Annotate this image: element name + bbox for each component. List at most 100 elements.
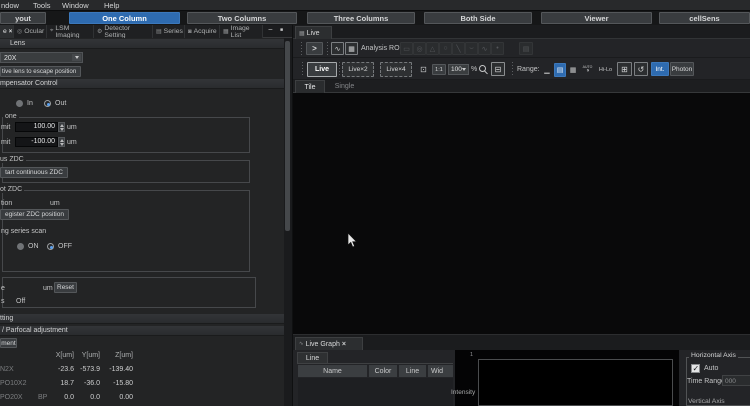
layout-button-cellsens[interactable]: cellSens bbox=[659, 12, 750, 24]
tab-ocular[interactable]: ◎ Ocular bbox=[14, 25, 47, 38]
expand-panel-button[interactable]: > bbox=[306, 42, 323, 55]
split-view-button[interactable]: ⊟ bbox=[491, 62, 505, 76]
escape-lens-button[interactable]: tive lens to escape position bbox=[0, 66, 81, 77]
live-button[interactable]: Live bbox=[307, 62, 337, 77]
copy-settings-button[interactable]: ⊞ bbox=[617, 62, 632, 76]
one-to-one-button[interactable]: 1:1 bbox=[432, 64, 446, 75]
live-tab-icon: ▦ bbox=[299, 30, 305, 37]
tab-detector-setting[interactable]: ⚙ Detector Setting bbox=[94, 25, 153, 38]
upper-limit-unit: um bbox=[67, 124, 77, 131]
compensator-in-radio[interactable] bbox=[16, 100, 23, 107]
layout-button-three-columns[interactable]: Three Columns bbox=[307, 12, 415, 24]
magnification-dropdown[interactable]: 20X bbox=[0, 52, 83, 63]
menu-item-window[interactable]: Window bbox=[62, 1, 89, 10]
fit-to-view-button[interactable]: ⊡ bbox=[417, 63, 430, 76]
toolbar-drag-handle[interactable] bbox=[339, 62, 340, 76]
roi-polygon-button[interactable]: △ bbox=[426, 42, 439, 55]
roi-rectangle-button[interactable]: ▭ bbox=[400, 42, 413, 55]
roi-list-button[interactable]: ▤ bbox=[519, 42, 533, 55]
graph-col-header-name[interactable]: Name bbox=[298, 365, 367, 377]
intensity-mode-button[interactable]: Int. bbox=[651, 62, 669, 76]
compensator-out-radio[interactable] bbox=[44, 100, 51, 107]
tab-live-graph[interactable]: ∿ Live Graph × bbox=[295, 337, 363, 350]
graph-col-header-color[interactable]: Color bbox=[369, 365, 397, 377]
lens-section-header: Lens bbox=[0, 39, 284, 49]
magnifier-handle bbox=[484, 71, 488, 75]
panel-minimize-icon[interactable]: − bbox=[268, 25, 273, 34]
menu-item-window-partial[interactable]: ndow bbox=[1, 1, 19, 10]
zoom-tool-button[interactable] bbox=[477, 63, 490, 76]
menu-bar: ndow Tools Window Help bbox=[0, 0, 750, 11]
tab-acquire[interactable]: ◙ Acquire bbox=[185, 25, 220, 38]
layout-button-two-columns[interactable]: Two Columns bbox=[187, 12, 297, 24]
layout-button-both-side[interactable]: Both Side bbox=[424, 12, 532, 24]
reset-button[interactable]: Reset bbox=[54, 282, 77, 293]
graph-plot-box[interactable] bbox=[478, 359, 673, 406]
auto-checkbox-label: Auto bbox=[704, 365, 718, 372]
tab-tile-label: Tile bbox=[304, 84, 315, 91]
dropdown-arrow-icon[interactable] bbox=[72, 54, 81, 61]
toolbar-drag-handle[interactable] bbox=[301, 42, 302, 55]
range-mid-button[interactable]: ▤ bbox=[554, 63, 566, 77]
fit-view-icon: ⊡ bbox=[420, 65, 427, 74]
photon-mode-button[interactable]: Photon bbox=[670, 62, 694, 76]
live-x4-button[interactable]: Live×4 bbox=[380, 62, 412, 77]
roi-point-button[interactable]: • bbox=[491, 42, 504, 55]
auto-checkbox[interactable] bbox=[691, 364, 700, 373]
range-low-icon: ▁ bbox=[544, 66, 549, 74]
zoom-dropdown[interactable]: 100 bbox=[448, 64, 469, 75]
close-icon[interactable]: × bbox=[9, 29, 13, 35]
tab-series[interactable]: ▤ Series bbox=[153, 25, 185, 38]
tab-line-label: Line bbox=[306, 355, 319, 362]
menu-item-help[interactable]: Help bbox=[104, 1, 119, 10]
tab-image-list[interactable]: ▦ Image List bbox=[220, 25, 263, 38]
layout-button-one-column[interactable]: One Column bbox=[69, 12, 180, 24]
series-scan-on-radio[interactable] bbox=[17, 243, 24, 250]
graph-col-header-line[interactable]: Line bbox=[399, 365, 426, 377]
toolbar-drag-handle[interactable] bbox=[302, 62, 303, 76]
reset-arrow-icon: ↺ bbox=[638, 65, 645, 74]
lower-limit-input[interactable]: -100.00 bbox=[15, 137, 58, 147]
upper-limit-input[interactable]: 100.00 bbox=[15, 122, 58, 132]
roi-polyline-button[interactable]: ⌣ bbox=[465, 42, 478, 55]
menu-item-tools[interactable]: Tools bbox=[33, 1, 51, 10]
graph-col-header-width[interactable]: Wid bbox=[428, 365, 453, 377]
tab-active-partial[interactable]: e × bbox=[0, 25, 14, 38]
grid-toggle-button[interactable]: ▦ bbox=[345, 42, 358, 55]
layout-button-partial[interactable]: yout bbox=[0, 12, 46, 24]
roi-line-button[interactable]: ╲ bbox=[452, 42, 465, 55]
live-image-area[interactable] bbox=[293, 93, 750, 334]
image-list-icon: ▦ bbox=[223, 28, 229, 35]
series-scan-off-radio[interactable] bbox=[47, 243, 54, 250]
live-tab-bar bbox=[293, 25, 750, 39]
toolbar-drag-handle[interactable] bbox=[512, 62, 513, 76]
register-zdc-button[interactable]: egister ZDC position bbox=[0, 209, 69, 220]
histogram-toggle-button[interactable]: ∿ bbox=[331, 42, 344, 55]
toolbar-drag-handle[interactable] bbox=[327, 42, 328, 55]
reset-settings-button[interactable]: ↺ bbox=[634, 62, 648, 76]
hi-lo-button[interactable]: Hi-Lo bbox=[597, 63, 614, 76]
adjustment-button[interactable]: ment bbox=[0, 338, 17, 348]
left-panel-scrollbar-thumb[interactable] bbox=[285, 41, 290, 231]
auto-contrast-button[interactable]: AUTO ◑ bbox=[580, 61, 595, 77]
roi-curve-button[interactable]: ∿ bbox=[478, 42, 491, 55]
tab-lsm-imaging[interactable]: ⌖ LSM Imaging bbox=[47, 25, 94, 38]
upper-limit-spinner[interactable] bbox=[58, 122, 65, 132]
objective-x: -23.6 bbox=[40, 366, 74, 373]
close-icon[interactable]: × bbox=[342, 341, 346, 348]
time-range-input[interactable]: 000 bbox=[722, 375, 750, 386]
graph-table-body[interactable] bbox=[298, 378, 453, 406]
range-low-button[interactable]: ▁ bbox=[541, 63, 553, 77]
lower-limit-spinner[interactable] bbox=[58, 137, 65, 147]
tab-single[interactable]: Single bbox=[326, 80, 363, 93]
layout-button-viewer[interactable]: Viewer bbox=[541, 12, 652, 24]
roi-ellipse-button[interactable]: ◎ bbox=[413, 42, 426, 55]
panel-restore-icon[interactable]: ■ bbox=[280, 27, 283, 33]
start-continuous-zdc-button[interactable]: tart continuous ZDC bbox=[0, 167, 68, 178]
objective-z: -15.80 bbox=[99, 380, 133, 387]
tab-live[interactable]: ▦ Live bbox=[295, 26, 332, 39]
live-x2-button[interactable]: Live×2 bbox=[342, 62, 374, 77]
range-full-button[interactable]: ▦ bbox=[567, 63, 579, 77]
roi-freehand-button[interactable]: ○ bbox=[439, 42, 452, 55]
tab-tile[interactable]: Tile bbox=[295, 80, 325, 93]
